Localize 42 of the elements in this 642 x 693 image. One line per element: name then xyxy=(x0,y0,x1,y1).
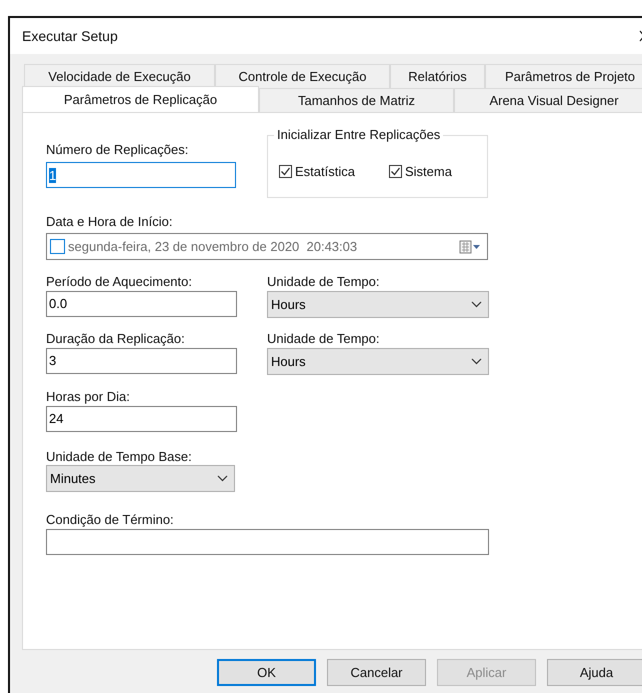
input-field[interactable]: 24 xyxy=(46,406,237,432)
checkbox-label: Estatística xyxy=(295,162,355,180)
field-label: Unidade de Tempo Base: xyxy=(46,449,193,464)
help-button[interactable]: Ajuda xyxy=(547,659,642,686)
field-label: Duração da Replicação: xyxy=(46,331,186,346)
checkbox[interactable] xyxy=(50,239,65,254)
date-value: segunda-feira, 23 de novembro de 2020 20:43:03 xyxy=(68,238,358,256)
tab[interactable]: Controle de Execução xyxy=(215,64,390,88)
tab[interactable]: Tamanhos de Matriz xyxy=(259,88,454,112)
field-label: Número de Replicações: xyxy=(46,142,190,157)
chevron-down-icon xyxy=(217,475,228,482)
chevron-down-icon xyxy=(471,358,482,365)
dropdown[interactable]: Minutes xyxy=(46,465,235,492)
field-label: Data e Hora de Início: xyxy=(46,214,174,229)
tab[interactable]: Velocidade de Execução xyxy=(24,64,215,88)
group-title: Inicializar Entre Replicações xyxy=(274,127,444,142)
input-field[interactable]: 3 xyxy=(46,348,237,374)
checkbox[interactable] xyxy=(279,164,292,178)
input-field[interactable]: 1 xyxy=(46,162,236,188)
chevron-down-icon xyxy=(471,301,482,308)
checkbox-label: Sistema xyxy=(404,162,452,180)
dropdown[interactable]: Hours xyxy=(267,348,489,375)
cancel-button[interactable]: Cancelar xyxy=(327,659,426,686)
field-label: Período de Aquecimento: xyxy=(46,274,193,289)
tab[interactable]: Parâmetros de Projeto xyxy=(485,64,642,88)
tab[interactable]: Arena Visual Designer xyxy=(454,88,642,112)
checkmark-icon xyxy=(280,166,291,177)
tab[interactable]: Relatórios xyxy=(390,64,485,88)
calendar-dropdown-icon[interactable] xyxy=(459,240,481,254)
input-field[interactable]: 0.0 xyxy=(46,291,237,317)
field-label: Horas por Dia: xyxy=(46,389,131,404)
checkmark-icon xyxy=(390,166,401,177)
field-label: Unidade de Tempo: xyxy=(267,274,381,289)
input-field[interactable] xyxy=(46,529,489,555)
field-label: Condição de Término: xyxy=(46,512,175,527)
window-title: Executar Setup xyxy=(22,26,118,46)
date-picker[interactable]: segunda-feira, 23 de novembro de 2020 20:43:03 xyxy=(46,233,488,260)
tab[interactable]: Parâmetros de Replicação xyxy=(22,86,259,112)
field-label: Unidade de Tempo: xyxy=(267,331,381,346)
dropdown[interactable]: Hours xyxy=(267,291,489,318)
checkbox[interactable] xyxy=(388,164,402,178)
ok-button[interactable]: OK xyxy=(217,659,316,686)
